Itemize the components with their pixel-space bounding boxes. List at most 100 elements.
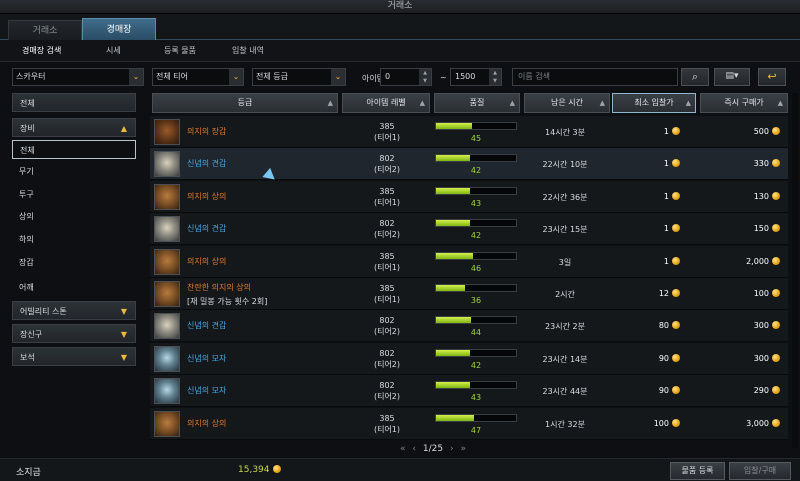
stepper-icon[interactable]: ▲ ▼	[489, 69, 501, 85]
sidebar-item-equipment-all[interactable]: 전체	[12, 140, 136, 159]
subtab-registered-items[interactable]: 등록 물품	[164, 45, 196, 56]
sidebar-item-bottom[interactable]: 하의	[12, 230, 136, 249]
header-item-level[interactable]: 아이템 레벨 ▲	[342, 93, 430, 113]
level-min-value: 0	[385, 72, 391, 81]
sidebar-item-gem[interactable]: 보석 ▼	[12, 347, 136, 366]
first-page-button[interactable]: «	[400, 444, 406, 454]
item-level-value: 802	[379, 219, 395, 229]
bid-buy-button[interactable]: 입찰/구매	[729, 462, 791, 480]
table-row[interactable]: 신념의 견갑 802 (티어2) 44 23시간 2분 80 300	[150, 310, 788, 343]
chest-armor-icon	[154, 248, 180, 275]
quality-bar-fill	[436, 252, 473, 259]
chevron-down-icon: ▼	[120, 330, 127, 339]
buyout-price: 130	[700, 191, 786, 201]
remaining-time: 23시간 2분	[545, 322, 585, 332]
min-bid-value: 1	[663, 256, 669, 266]
gold-coin-icon	[672, 159, 680, 168]
table-row[interactable]: 의지의 상의 385 (티어1) 47 1시간 32분 100 3,000	[150, 407, 788, 440]
category-sidebar: 전체 장비 ▲ 전체 무기 투구 상의 하의 장갑 어깨 어빌리티 스톤 ▼ 장신구…	[12, 93, 136, 448]
buyout-price: 150	[700, 224, 786, 233]
tab-auction[interactable]: 경매장	[82, 18, 156, 40]
sidebar-item-weapon[interactable]: 무기	[12, 162, 136, 181]
min-bid: 1	[610, 191, 686, 201]
min-bid: 100	[610, 418, 686, 428]
item-name: 찬란한 의지의 상의	[187, 283, 251, 292]
buyout-price: 100	[700, 289, 786, 298]
header-buyout[interactable]: 즉시 구매가 ▲	[700, 93, 788, 113]
class-select-value: 스카우터	[16, 72, 46, 81]
header-remaining-time[interactable]: 남은 시간 ▲	[524, 93, 610, 113]
grade-select[interactable]: 전체 등급 ⌄	[252, 68, 346, 86]
header-min-bid[interactable]: 최소 입찰가 ▲	[612, 93, 696, 113]
sidebar-item-accessory[interactable]: 장신구 ▼	[12, 324, 136, 343]
sidebar-item-label: 어빌리티 스톤	[20, 307, 67, 316]
list-scrollbar[interactable]	[792, 93, 798, 448]
quality-bar	[435, 381, 517, 390]
header-label: 등급	[237, 98, 253, 107]
search-icon[interactable]: ⌕	[681, 68, 709, 86]
sidebar-item-label: 장갑	[19, 258, 34, 267]
subtab-market-price[interactable]: 시세	[106, 45, 121, 56]
min-bid: 80	[610, 321, 686, 330]
sidebar-item-label: 전체	[20, 146, 35, 155]
level-max-input[interactable]: 1500 ▲ ▼	[450, 68, 502, 86]
buyout-value: 2,000	[746, 256, 769, 266]
quality-bar	[435, 186, 517, 195]
table-row[interactable]: 의지의 장갑 385 (티어1) 45 14시간 3분 1 500	[150, 116, 788, 148]
remaining-time: 23시간 44분	[542, 387, 588, 397]
table-row[interactable]: 신념의 모자 802 (티어2) 43 23시간 44분 90 290	[150, 375, 788, 408]
item-name: 신념의 모자	[187, 386, 227, 396]
level-min-input[interactable]: 0 ▲ ▼	[380, 68, 432, 86]
table-row[interactable]: 의지의 상의 385 (티어1) 43 22시간 36분 1 130	[150, 180, 788, 213]
table-row[interactable]: 신념의 모자 802 (티어2) 42 23시간 14분 90 300	[150, 342, 788, 375]
quality-bar-fill	[436, 123, 472, 129]
filter-settings-icon[interactable]: ▤▾	[714, 68, 750, 86]
quality-bar-fill	[436, 317, 472, 324]
header-grade[interactable]: 등급 ▲	[152, 93, 338, 113]
stepper-icon[interactable]: ▲ ▼	[419, 69, 431, 85]
name-search-input[interactable]: 이름 검색	[512, 68, 678, 86]
tier-select[interactable]: 전체 티어 ⌄	[152, 68, 244, 86]
sidebar-item-shoulder[interactable]: 어깨	[12, 278, 136, 297]
sidebar-item-helmet[interactable]: 투구	[12, 185, 136, 204]
gold-coin-icon	[672, 127, 680, 135]
sidebar-item-gloves[interactable]: 장갑	[12, 253, 136, 272]
helmet-icon	[154, 345, 180, 372]
item-level: 385 (티어1)	[341, 121, 433, 143]
subtab-bid-history[interactable]: 입찰 내역	[232, 45, 264, 56]
table-row[interactable]: 신념의 견갑 802 (티어2) 42 23시간 15분 1 150	[150, 213, 788, 246]
item-tier: (티어2)	[373, 165, 401, 175]
class-select[interactable]: 스카우터 ⌄	[12, 68, 144, 86]
gold-coin-icon	[672, 289, 680, 297]
sidebar-item-all[interactable]: 전체	[12, 93, 136, 112]
quality-bar	[435, 413, 517, 422]
reset-icon[interactable]: ↩	[758, 68, 786, 86]
buyout-price: 500	[700, 127, 786, 136]
quality-bar	[435, 316, 517, 325]
prev-page-button[interactable]: ‹	[412, 444, 416, 454]
sidebar-item-ability-stone[interactable]: 어빌리티 스톤 ▼	[12, 301, 136, 320]
subtab-auction-search[interactable]: 경매장 검색	[22, 45, 61, 56]
gold-coin-icon	[672, 353, 680, 362]
gold-coin-icon	[672, 191, 680, 200]
table-row[interactable]: 의지의 상의 385 (티어1) 46 3일 1 2,000	[150, 245, 788, 278]
sidebar-item-equipment[interactable]: 장비 ▲	[12, 118, 136, 137]
header-label: 품질	[469, 98, 485, 107]
item-name: 신념의 견갑	[187, 321, 227, 331]
item-level-value: 385	[379, 284, 395, 293]
tab-exchange[interactable]: 거래소	[8, 20, 82, 40]
last-page-button[interactable]: »	[460, 444, 466, 454]
table-row[interactable]: 찬란한 의지의 상의 [재 밀봉 가능 횟수 2회] 385 (티어1) 36 2시간 12…	[150, 278, 788, 310]
gold-coin-icon	[772, 256, 780, 265]
header-quality[interactable]: 품질 ▲	[434, 93, 520, 113]
min-bid: 90	[610, 353, 686, 363]
sidebar-item-top[interactable]: 상의	[12, 207, 136, 226]
item-level-value: 802	[379, 381, 395, 391]
buyout-price: 330	[700, 159, 786, 168]
footer-bar: 소지금 15,394 물품 등록 입찰/구매	[0, 458, 800, 481]
table-row[interactable]: 신념의 견갑 802 (티어2) 42 22시간 10분 1 330	[150, 148, 788, 181]
register-item-button[interactable]: 물품 등록	[670, 462, 725, 480]
next-page-button[interactable]: ›	[450, 444, 454, 454]
item-reseal-note: [재 밀봉 가능 횟수 2회]	[187, 297, 268, 306]
quality-bar-fill	[436, 155, 470, 162]
